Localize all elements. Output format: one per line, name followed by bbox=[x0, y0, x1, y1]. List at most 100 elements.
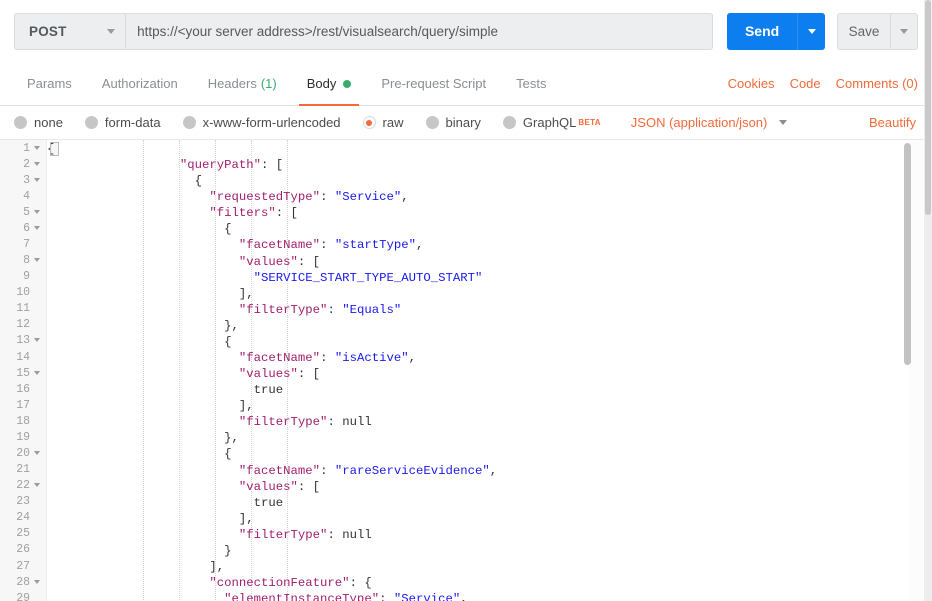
fold-arrow-icon[interactable] bbox=[32, 158, 42, 171]
body-type-x-www-form-urlencoded[interactable]: x-www-form-urlencoded bbox=[182, 115, 341, 130]
http-method-select[interactable]: POST bbox=[14, 12, 126, 50]
line-number-value: 20 bbox=[16, 447, 30, 461]
body-type-none[interactable]: none bbox=[14, 115, 63, 130]
line-number-value: 5 bbox=[23, 205, 30, 219]
line-number: 26 bbox=[0, 542, 46, 558]
code-line: "filterType": "Equals" bbox=[47, 302, 932, 318]
fold-arrow-icon[interactable] bbox=[32, 206, 42, 219]
line-number-value: 4 bbox=[23, 189, 30, 203]
fold-arrow-icon[interactable] bbox=[32, 254, 42, 267]
body-type-raw[interactable]: raw bbox=[362, 115, 404, 130]
fold-arrow-icon[interactable] bbox=[32, 222, 42, 235]
body-type-label: form-data bbox=[104, 115, 161, 130]
chevron-down-icon bbox=[899, 28, 908, 34]
radio-icon bbox=[502, 116, 516, 129]
tab-pre-request-script[interactable]: Pre-request Script bbox=[366, 62, 501, 105]
line-number-value: 6 bbox=[23, 221, 30, 235]
code-token: "elementInstanceType" bbox=[224, 592, 380, 601]
code-line: "facetName": "isActive", bbox=[47, 350, 932, 366]
line-number: 5 bbox=[0, 204, 46, 220]
tab-headers[interactable]: Headers (1) bbox=[193, 62, 292, 105]
cookies-link[interactable]: Cookies bbox=[728, 76, 775, 91]
line-number: 21 bbox=[0, 462, 46, 478]
editor-line-number-gutter: 1 2 3 4 5 6 7 8 9 10 11 12 13 14 15 16 17 18 19 20 21 22 23 24 2… bbox=[0, 140, 47, 601]
request-body-editor[interactable]: 1 2 3 4 5 6 7 8 9 10 11 12 13 14 15 16 17 18 19 20 21 22 23 24 2… bbox=[0, 139, 932, 601]
body-type-selector: none form-data x-www-form-urlencoded raw… bbox=[0, 106, 932, 139]
body-present-dot-icon bbox=[343, 79, 352, 88]
line-number: 11 bbox=[0, 301, 46, 317]
code-token: { bbox=[47, 174, 202, 189]
pane-scrollbar-thumb[interactable] bbox=[925, 0, 931, 215]
code-token: "startType" bbox=[334, 238, 417, 253]
content-type-select[interactable]: JSON (application/json) bbox=[631, 115, 788, 130]
radio-icon bbox=[84, 116, 98, 129]
content-type-label: JSON (application/json) bbox=[630, 115, 768, 130]
comments-link[interactable]: Comments (0) bbox=[836, 76, 918, 91]
code-line: "queryPath": [ bbox=[47, 157, 932, 173]
line-number: 12 bbox=[0, 317, 46, 333]
fold-arrow-icon[interactable] bbox=[32, 142, 42, 155]
editor-scrollbar-thumb[interactable] bbox=[904, 143, 911, 365]
line-number-value: 29 bbox=[16, 591, 30, 601]
line-number: 25 bbox=[0, 526, 46, 542]
radio-icon bbox=[182, 116, 196, 129]
tab-label: Pre-request Script bbox=[381, 76, 487, 91]
line-number-value: 27 bbox=[16, 559, 30, 573]
editor-scrollbar-track[interactable] bbox=[904, 140, 923, 601]
radio-icon bbox=[14, 116, 27, 129]
code-line: ], bbox=[47, 286, 932, 302]
save-options-button[interactable] bbox=[889, 13, 917, 49]
body-type-binary[interactable]: binary bbox=[425, 115, 481, 130]
code-token: "SERVICE_START_TYPE_AUTO_START" bbox=[253, 270, 483, 285]
code-token: : bbox=[320, 238, 335, 253]
code-line: "filterType": null bbox=[47, 414, 932, 430]
fold-arrow-icon[interactable] bbox=[32, 334, 42, 347]
editor-code-area[interactable]: { "queryPath": [ { "requestedType": "Ser… bbox=[47, 140, 932, 601]
pane-scrollbar-track[interactable] bbox=[924, 0, 932, 601]
beautify-button[interactable]: Beautify bbox=[869, 115, 932, 130]
fold-arrow-icon[interactable] bbox=[32, 447, 42, 460]
fold-arrow-icon[interactable] bbox=[32, 367, 42, 380]
line-number: 24 bbox=[0, 510, 46, 526]
code-token: "facetName" bbox=[238, 463, 321, 478]
code-line: ], bbox=[47, 398, 932, 414]
code-line: }, bbox=[47, 318, 932, 334]
fold-arrow-icon[interactable] bbox=[32, 576, 42, 589]
save-button[interactable]: Save bbox=[838, 14, 889, 49]
code-token: "facetName" bbox=[238, 351, 321, 366]
body-type-form-data[interactable]: form-data bbox=[84, 115, 161, 130]
code-line: "values": [ bbox=[47, 366, 932, 382]
code-link[interactable]: Code bbox=[790, 76, 821, 91]
line-number-value: 23 bbox=[16, 495, 30, 509]
tab-authorization[interactable]: Authorization bbox=[87, 62, 193, 105]
fold-arrow-icon[interactable] bbox=[32, 174, 42, 187]
tab-body[interactable]: Body bbox=[292, 62, 367, 106]
code-line: { bbox=[47, 173, 932, 189]
body-type-graphql[interactable]: GraphQL BETA bbox=[502, 115, 601, 130]
body-type-label: none bbox=[34, 115, 63, 130]
code-token: }, bbox=[47, 431, 239, 446]
code-line: "facetName": "startType", bbox=[47, 237, 932, 253]
request-url-input[interactable]: https://<your server address>/rest/visua… bbox=[125, 12, 714, 50]
line-number: 23 bbox=[0, 494, 46, 510]
code-token: , bbox=[401, 190, 409, 205]
line-number-value: 25 bbox=[16, 527, 30, 541]
tab-tests[interactable]: Tests bbox=[501, 62, 561, 105]
line-number-value: 9 bbox=[23, 270, 30, 284]
fold-arrow-icon[interactable] bbox=[32, 479, 42, 492]
line-number: 7 bbox=[0, 236, 46, 252]
send-options-button[interactable] bbox=[797, 12, 826, 50]
send-button[interactable]: Send bbox=[727, 12, 798, 50]
line-number: 19 bbox=[0, 429, 46, 445]
tab-params[interactable]: Params bbox=[12, 62, 87, 105]
line-number: 27 bbox=[0, 558, 46, 574]
code-token: ], bbox=[47, 399, 254, 414]
code-token: "isActive" bbox=[334, 351, 409, 366]
line-number-value: 22 bbox=[16, 479, 30, 493]
code-line: { bbox=[47, 446, 932, 462]
code-line: "SERVICE_START_TYPE_AUTO_START" bbox=[47, 270, 932, 286]
